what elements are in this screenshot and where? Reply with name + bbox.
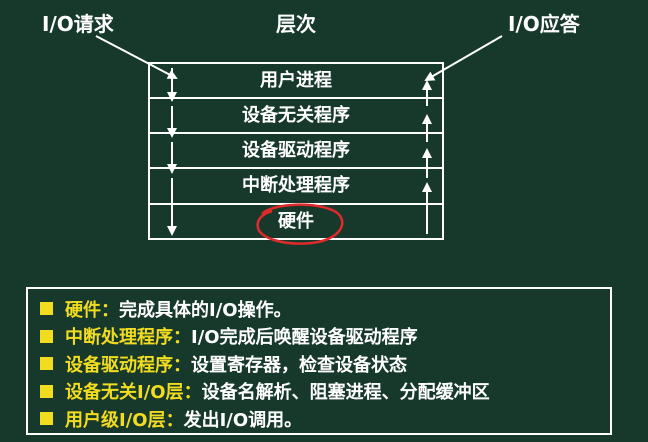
- layer-hardware: 硬件: [278, 211, 314, 232]
- note-colon: ：: [183, 382, 202, 404]
- bullet-icon: [40, 329, 53, 343]
- layer-user-process: 用户进程: [260, 70, 332, 91]
- note-colon: ：: [101, 299, 119, 321]
- note-desc: 设置寄存器，检查设备状态: [191, 354, 407, 376]
- note-term: 设备驱动程序: [65, 354, 173, 376]
- note-term: 用户级I/O层: [65, 409, 166, 431]
- note-colon: ：: [173, 327, 191, 349]
- note-term: 设备无关I/O层: [65, 382, 184, 404]
- note-item: 设备驱动程序：设置寄存器，检查设备状态: [40, 350, 610, 378]
- note-colon: ：: [173, 354, 191, 376]
- note-desc: I/O完成后唤醒设备驱动程序: [191, 327, 418, 349]
- note-desc: 设备名解析、阻塞进程、分配缓冲区: [201, 382, 490, 404]
- note-term: 硬件: [65, 299, 101, 321]
- bullet-icon: [40, 302, 53, 316]
- io-reply-label: I/O应答: [508, 12, 580, 36]
- layers-label: 层次: [276, 12, 316, 36]
- note-term: 中断处理程序: [65, 327, 173, 349]
- note-colon: ：: [165, 409, 184, 431]
- layer-device-driver: 设备驱动程序: [242, 140, 350, 161]
- note-desc: 发出I/O调用。: [183, 409, 303, 431]
- layer-interrupt-handler: 中断处理程序: [242, 175, 350, 196]
- bullet-icon: [40, 357, 53, 371]
- notes-panel: 硬件：完成具体的I/O操作。 中断处理程序： I/O完成后唤醒设备驱动程序 设备驱…: [26, 287, 612, 435]
- layer-stack: 用户进程 设备无关程序 设备驱动程序 中断处理程序 硬件: [148, 62, 444, 240]
- layer-device-independent: 设备无关程序: [242, 105, 350, 126]
- note-item: 用户级I/O层：发出I/O调用。: [40, 405, 610, 433]
- note-item: 设备无关I/O层：设备名解析、阻塞进程、分配缓冲区: [40, 378, 610, 406]
- io-request-label: I/O请求: [42, 12, 114, 36]
- bullet-icon: [40, 412, 53, 426]
- note-item: 中断处理程序： I/O完成后唤醒设备驱动程序: [40, 323, 610, 351]
- note-desc: 完成具体的I/O操作。: [119, 299, 292, 321]
- bullet-icon: [40, 384, 53, 398]
- note-item: 硬件：完成具体的I/O操作。: [40, 295, 610, 323]
